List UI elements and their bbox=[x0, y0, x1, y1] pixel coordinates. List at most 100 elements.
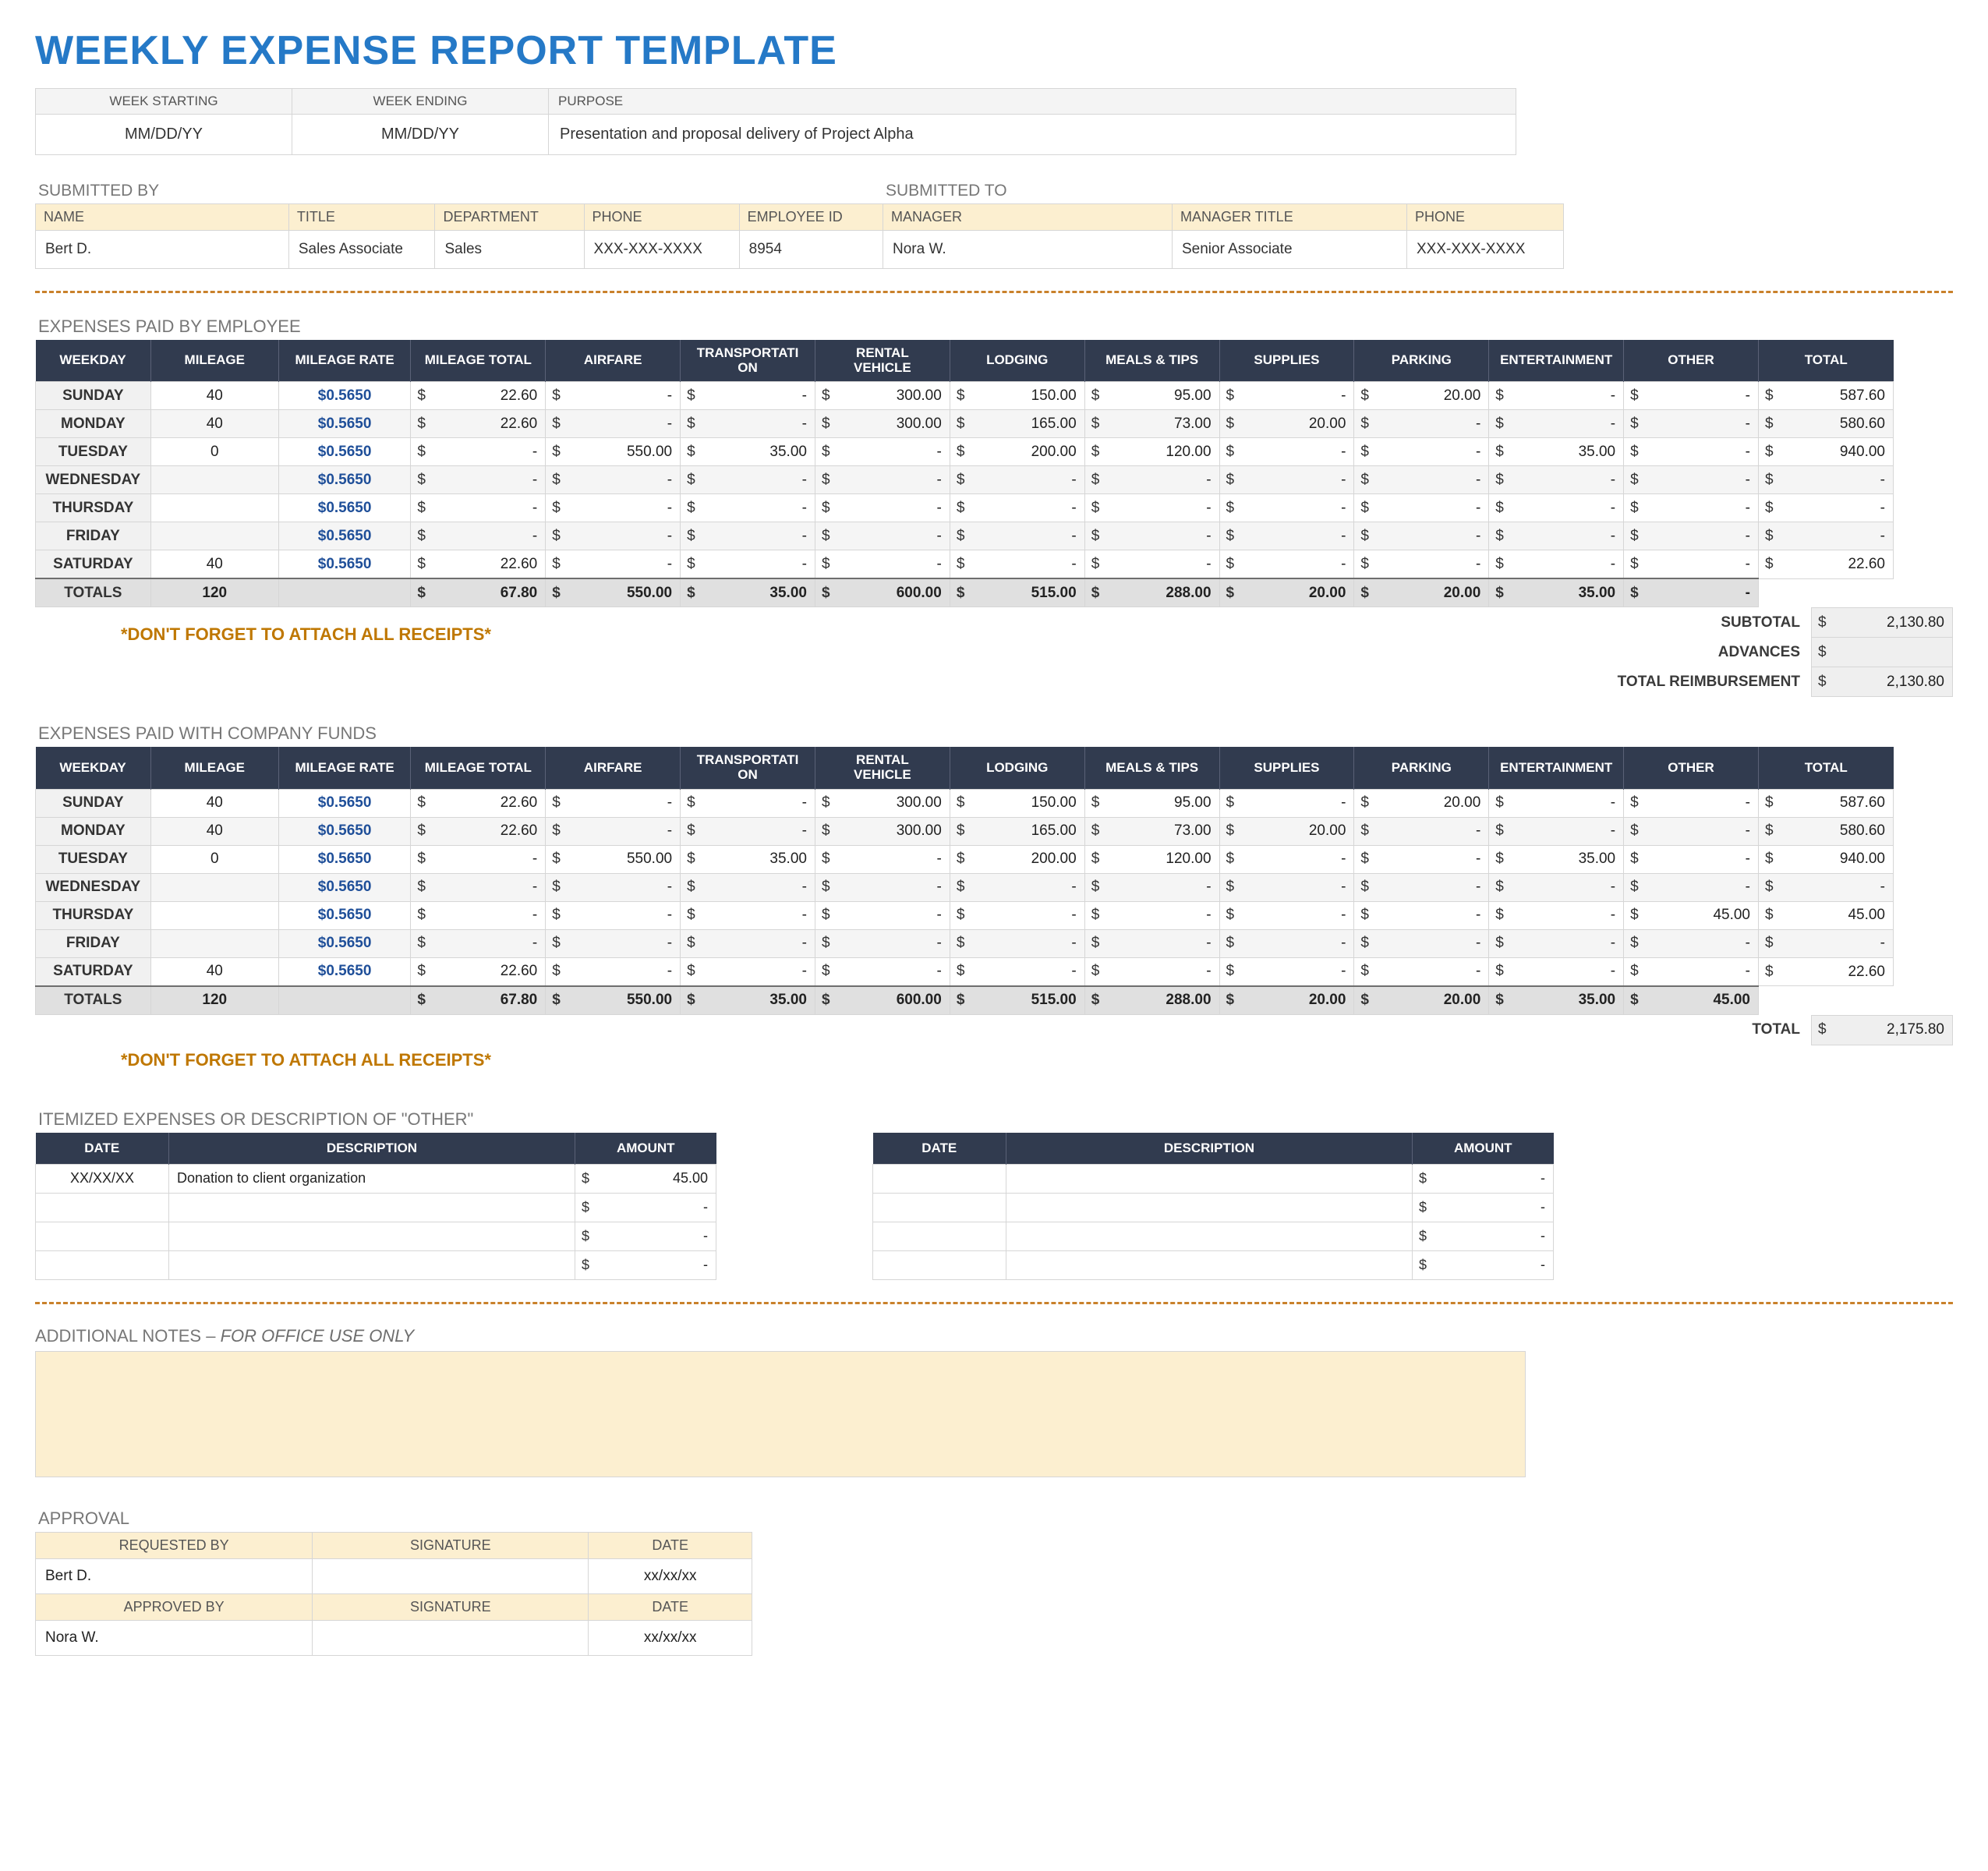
money-cell[interactable]: $- bbox=[1219, 522, 1354, 550]
money-cell[interactable]: $- bbox=[1084, 466, 1219, 494]
money-cell[interactable]: $- bbox=[1489, 789, 1624, 817]
money-cell[interactable]: $- bbox=[1354, 466, 1489, 494]
money-cell[interactable]: $550.00 bbox=[546, 845, 681, 873]
money-cell[interactable]: $300.00 bbox=[815, 789, 950, 817]
money-cell[interactable]: $- bbox=[815, 901, 950, 929]
money-cell[interactable]: $22.60 bbox=[411, 410, 546, 438]
money-cell[interactable]: $- bbox=[546, 466, 681, 494]
money-cell[interactable]: $- bbox=[1219, 929, 1354, 957]
sb-v-name[interactable]: Bert D. bbox=[36, 231, 289, 269]
money-cell[interactable]: $150.00 bbox=[950, 382, 1084, 410]
money-cell[interactable]: $- bbox=[1624, 410, 1759, 438]
money-cell[interactable]: $20.00 bbox=[1219, 817, 1354, 845]
money-cell[interactable]: $- bbox=[1219, 550, 1354, 579]
money-cell[interactable]: $- bbox=[411, 901, 546, 929]
appr-v[interactable]: xx/xx/xx bbox=[589, 1558, 752, 1593]
money-cell[interactable]: $120.00 bbox=[1084, 438, 1219, 466]
money-cell[interactable]: $- bbox=[1489, 466, 1624, 494]
money-cell[interactable]: $- bbox=[1219, 957, 1354, 986]
money-cell[interactable]: $165.00 bbox=[950, 410, 1084, 438]
money-cell[interactable]: $20.00 bbox=[1219, 410, 1354, 438]
mileage-cell[interactable]: 40 bbox=[150, 382, 278, 410]
mileage-cell[interactable]: 40 bbox=[150, 789, 278, 817]
money-cell[interactable]: $- bbox=[1489, 494, 1624, 522]
money-cell[interactable]: $35.00 bbox=[681, 845, 815, 873]
money-cell[interactable]: $45.00 bbox=[1758, 901, 1893, 929]
money-cell[interactable]: $73.00 bbox=[1084, 817, 1219, 845]
money-cell[interactable]: $- bbox=[681, 873, 815, 901]
item-amt[interactable]: $- bbox=[1413, 1193, 1554, 1222]
money-cell[interactable]: $73.00 bbox=[1084, 410, 1219, 438]
money-cell[interactable]: $- bbox=[1354, 845, 1489, 873]
money-cell[interactable]: $- bbox=[950, 957, 1084, 986]
money-cell[interactable]: $300.00 bbox=[815, 382, 950, 410]
appr-v[interactable]: Bert D. bbox=[36, 1558, 313, 1593]
money-cell[interactable]: $- bbox=[815, 957, 950, 986]
money-cell[interactable]: $- bbox=[1489, 410, 1624, 438]
notes-box[interactable] bbox=[35, 1351, 1526, 1477]
mileage-cell[interactable]: 40 bbox=[150, 550, 278, 579]
money-cell[interactable]: $95.00 bbox=[1084, 382, 1219, 410]
value-week-starting[interactable]: MM/DD/YY bbox=[36, 115, 292, 155]
money-cell[interactable]: $- bbox=[950, 522, 1084, 550]
money-cell[interactable]: $- bbox=[546, 522, 681, 550]
mileage-cell[interactable]: 40 bbox=[150, 957, 278, 986]
mileage-cell[interactable]: 0 bbox=[150, 438, 278, 466]
item-desc[interactable] bbox=[169, 1250, 575, 1279]
item-date[interactable] bbox=[873, 1164, 1006, 1193]
money-cell[interactable]: $- bbox=[1084, 873, 1219, 901]
money-cell[interactable]: $- bbox=[950, 929, 1084, 957]
money-cell[interactable]: $35.00 bbox=[1489, 845, 1624, 873]
money-cell[interactable]: $587.60 bbox=[1758, 789, 1893, 817]
money-cell[interactable]: $20.00 bbox=[1354, 578, 1489, 607]
money-cell[interactable]: $- bbox=[546, 494, 681, 522]
money-cell[interactable]: $- bbox=[546, 901, 681, 929]
money-cell[interactable]: $120.00 bbox=[1084, 845, 1219, 873]
money-cell[interactable]: $587.60 bbox=[1758, 382, 1893, 410]
money-cell[interactable]: $- bbox=[1624, 873, 1759, 901]
money-cell[interactable]: $- bbox=[1758, 929, 1893, 957]
money-cell[interactable]: $- bbox=[815, 522, 950, 550]
money-cell[interactable]: $580.60 bbox=[1758, 410, 1893, 438]
money-cell[interactable]: $- bbox=[815, 550, 950, 579]
money-cell[interactable]: $- bbox=[681, 550, 815, 579]
money-cell[interactable]: $- bbox=[546, 382, 681, 410]
item-desc[interactable] bbox=[1006, 1193, 1413, 1222]
st-v-mtitle[interactable]: Senior Associate bbox=[1173, 231, 1407, 269]
item-amt[interactable]: $- bbox=[575, 1250, 716, 1279]
money-cell[interactable]: $- bbox=[815, 466, 950, 494]
money-cell[interactable]: $- bbox=[1489, 522, 1624, 550]
money-cell[interactable]: $- bbox=[681, 494, 815, 522]
money-cell[interactable]: $- bbox=[1219, 466, 1354, 494]
mileage-cell[interactable] bbox=[150, 929, 278, 957]
money-cell[interactable]: $200.00 bbox=[950, 438, 1084, 466]
money-cell[interactable]: $22.60 bbox=[411, 382, 546, 410]
money-cell[interactable]: $- bbox=[950, 873, 1084, 901]
item-desc[interactable] bbox=[1006, 1250, 1413, 1279]
money-cell[interactable]: $- bbox=[1489, 382, 1624, 410]
st-v-mgr[interactable]: Nora W. bbox=[883, 231, 1173, 269]
money-cell[interactable]: $- bbox=[1624, 522, 1759, 550]
money-cell[interactable]: $- bbox=[411, 466, 546, 494]
money-cell[interactable]: $- bbox=[681, 929, 815, 957]
money-cell[interactable]: $- bbox=[411, 438, 546, 466]
money-cell[interactable]: $- bbox=[1489, 817, 1624, 845]
money-cell[interactable]: $- bbox=[546, 789, 681, 817]
item-amt[interactable]: $- bbox=[575, 1222, 716, 1250]
mileage-cell[interactable] bbox=[150, 873, 278, 901]
money-cell[interactable]: $- bbox=[681, 466, 815, 494]
money-cell[interactable]: $- bbox=[1084, 901, 1219, 929]
money-cell[interactable]: $- bbox=[411, 522, 546, 550]
money-cell[interactable]: $- bbox=[681, 957, 815, 986]
money-cell[interactable]: $165.00 bbox=[950, 817, 1084, 845]
money-cell[interactable]: $- bbox=[1354, 438, 1489, 466]
item-desc[interactable]: Donation to client organization bbox=[169, 1164, 575, 1193]
sb-v-title[interactable]: Sales Associate bbox=[288, 231, 435, 269]
money-cell[interactable]: $22.60 bbox=[1758, 957, 1893, 986]
money-cell[interactable]: $200.00 bbox=[950, 845, 1084, 873]
money-cell[interactable]: $288.00 bbox=[1084, 986, 1219, 1015]
sb-v-dept[interactable]: Sales bbox=[435, 231, 584, 269]
item-date[interactable] bbox=[36, 1250, 169, 1279]
money-cell[interactable]: $600.00 bbox=[815, 578, 950, 607]
money-cell[interactable]: $- bbox=[1084, 494, 1219, 522]
